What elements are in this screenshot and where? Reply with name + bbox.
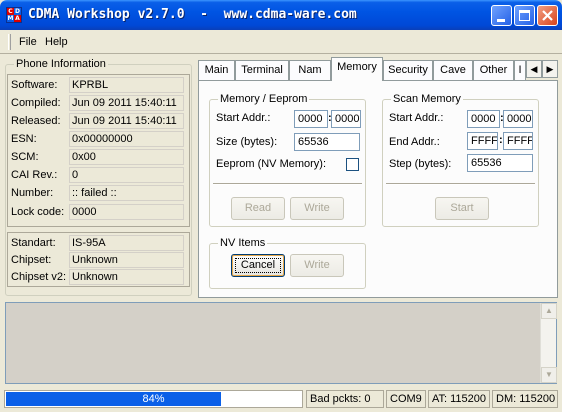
- log-vertical-scrollbar[interactable]: ▲ ▼: [540, 303, 557, 383]
- mem-size-input[interactable]: 65536: [294, 133, 360, 151]
- scan-end-addr-hi-input[interactable]: FFFF: [467, 132, 498, 150]
- scroll-down-button[interactable]: ▼: [541, 367, 557, 383]
- dm-speed-status: DM: 115200: [492, 390, 558, 408]
- released-value: Jun 09 2011 15:40:11: [69, 113, 184, 129]
- mem-start-addr-label: Start Addr.:: [216, 112, 271, 124]
- tab-overflow[interactable]: I: [514, 60, 526, 80]
- scan-start-addr-hi-input[interactable]: 0000: [467, 110, 500, 128]
- tab-main[interactable]: Main: [198, 60, 235, 80]
- tab-terminal[interactable]: Terminal: [235, 60, 289, 80]
- window-title: CDMA Workshop v2.7.0 - www.cdma-ware.com: [28, 7, 357, 22]
- scm-label: SCM:: [11, 151, 39, 163]
- progress-bar: 84%: [4, 390, 303, 408]
- software-label: Software:: [11, 79, 58, 91]
- scan-separator: [386, 183, 535, 185]
- title-bar: C D M A CDMA Workshop v2.7.0 - www.cdma-…: [0, 0, 562, 30]
- lock-code-value: 0000: [69, 204, 184, 220]
- progress-text: 84%: [142, 393, 165, 405]
- minimize-button[interactable]: [491, 5, 512, 26]
- scan-step-label: Step (bytes):: [389, 158, 452, 170]
- cai-rev-value: 0: [69, 167, 184, 183]
- scan-step-input[interactable]: 65536: [467, 154, 533, 172]
- number-label: Number:: [11, 187, 54, 199]
- mem-start-addr-lo-input[interactable]: 0000: [331, 110, 361, 128]
- standart-value: IS-95A: [69, 235, 184, 251]
- port-status: COM9: [386, 390, 426, 408]
- mem-start-addr-hi-input[interactable]: 0000: [294, 110, 328, 128]
- cai-rev-label: CAI Rev.:: [11, 169, 58, 181]
- bad-packets-status: Bad pckts: 0: [306, 390, 384, 408]
- software-value: KPRBL: [69, 77, 184, 93]
- log-output-area[interactable]: ▲ ▼: [5, 302, 557, 384]
- memory-separator: [213, 183, 362, 185]
- esn-label: ESN:: [11, 133, 37, 145]
- chipset-v2-label: Chipset v2:: [11, 271, 67, 283]
- phone-info-title: Phone Information: [14, 58, 108, 70]
- tab-nam[interactable]: Nam: [289, 60, 331, 80]
- scan-start-addr-lo-input[interactable]: 0000: [503, 110, 533, 128]
- at-speed-status: AT: 115200: [428, 390, 490, 408]
- tab-other[interactable]: Other: [473, 60, 514, 80]
- scan-end-addr-lo-input[interactable]: FFFF: [503, 132, 533, 150]
- menu-bar: File Help: [0, 30, 562, 54]
- arrow-right-icon: ▶: [546, 64, 554, 74]
- esn-value: 0x00000000: [69, 131, 184, 147]
- close-button[interactable]: [537, 5, 558, 26]
- scan-end-addr-label: End Addr.:: [389, 136, 440, 148]
- app-logo-icon: C D M A: [6, 7, 22, 23]
- cancel-button[interactable]: Cancel: [231, 254, 285, 277]
- nv-write-button[interactable]: Write: [290, 254, 344, 277]
- memory-write-button[interactable]: Write: [290, 197, 344, 220]
- tab-scroll-left-button[interactable]: ◀: [526, 60, 542, 78]
- number-value: :: failed ::: [69, 185, 184, 201]
- tab-security[interactable]: Security: [383, 60, 433, 80]
- arrow-left-icon: ◀: [530, 64, 538, 74]
- tab-scroll-right-button[interactable]: ▶: [542, 60, 558, 78]
- maximize-button[interactable]: [514, 5, 535, 26]
- eeprom-nv-label: Eeprom (NV Memory):: [216, 158, 327, 170]
- compiled-label: Compiled:: [11, 97, 61, 109]
- chipset-label: Chipset:: [11, 254, 52, 266]
- menu-grip: [8, 34, 11, 50]
- chipset-value: Unknown: [69, 252, 184, 268]
- tab-cave[interactable]: Cave: [433, 60, 473, 80]
- memory-eeprom-title: Memory / Eeprom: [218, 93, 310, 105]
- menu-help[interactable]: Help: [45, 36, 68, 48]
- scroll-up-icon: ▲: [545, 306, 553, 315]
- standart-label: Standart:: [11, 237, 56, 249]
- read-button[interactable]: Read: [231, 197, 285, 220]
- mem-size-label: Size (bytes):: [216, 136, 278, 148]
- scan-start-addr-label: Start Addr.:: [389, 112, 444, 124]
- eeprom-nv-checkbox[interactable]: [346, 158, 359, 171]
- scroll-up-button[interactable]: ▲: [541, 303, 557, 319]
- minimize-icon: [497, 19, 505, 22]
- nv-items-title: NV Items: [218, 237, 268, 249]
- scan-memory-title: Scan Memory: [391, 93, 463, 105]
- lock-code-label: Lock code:: [11, 206, 65, 218]
- released-label: Released:: [11, 115, 61, 127]
- scroll-down-icon: ▼: [545, 370, 553, 379]
- maximize-icon: [519, 10, 530, 21]
- tab-memory[interactable]: Memory: [331, 57, 383, 81]
- close-icon: [542, 10, 553, 21]
- scan-start-button[interactable]: Start: [435, 197, 489, 220]
- chipset-v2-value: Unknown: [69, 269, 184, 285]
- cancel-button-label: Cancel: [240, 259, 276, 271]
- scm-value: 0x00: [69, 149, 184, 165]
- compiled-value: Jun 09 2011 15:40:11: [69, 95, 184, 111]
- menu-file[interactable]: File: [19, 36, 37, 48]
